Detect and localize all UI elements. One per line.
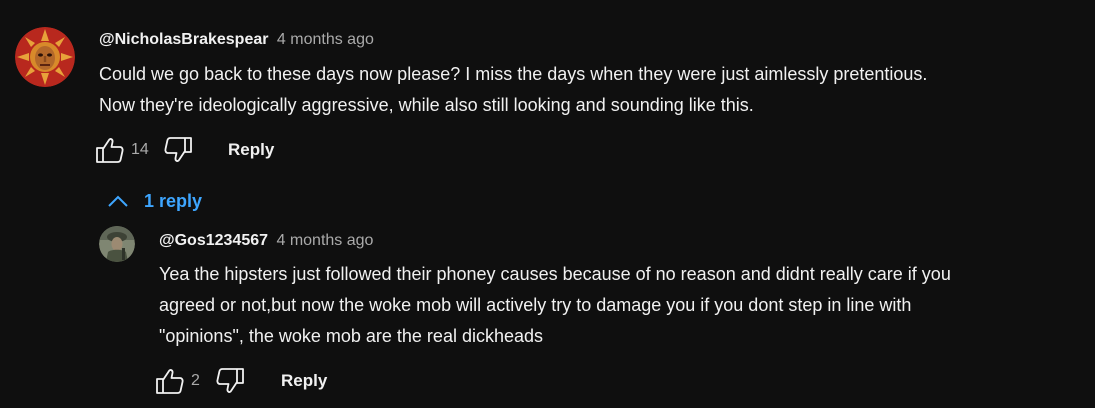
- like-count: 14: [131, 141, 149, 158]
- like-count: 2: [191, 372, 200, 389]
- comment-header: @NicholasBrakespear 4 months ago: [99, 31, 374, 49]
- reply-timestamp[interactable]: 4 months ago: [276, 232, 373, 249]
- thumbs-up-icon: [156, 369, 184, 394]
- dislike-button[interactable]: [163, 135, 193, 165]
- like-button[interactable]: [155, 366, 185, 396]
- comment-timestamp[interactable]: 4 months ago: [277, 31, 374, 48]
- reply-text: Yea the hipsters just followed their pho…: [159, 264, 951, 346]
- dislike-button[interactable]: [215, 366, 245, 396]
- reply-button[interactable]: Reply: [281, 371, 327, 391]
- sun-mask-avatar-icon: [15, 27, 75, 87]
- reply-actions: 2 Reply: [155, 366, 327, 396]
- replies-count-label: 1 reply: [144, 190, 203, 211]
- replies-toggle[interactable]: 1 reply: [106, 189, 202, 213]
- comment-author[interactable]: @NicholasBrakespear: [99, 31, 268, 48]
- avatar[interactable]: [99, 226, 135, 262]
- comment-actions: 14 Reply: [95, 135, 274, 165]
- thumbs-down-icon: [164, 137, 192, 162]
- reply-button[interactable]: Reply: [228, 140, 274, 160]
- like-button[interactable]: [95, 135, 125, 165]
- soldier-avatar-icon: [99, 226, 135, 262]
- comment-text: Could we go back to these days now pleas…: [99, 64, 928, 115]
- reply-author[interactable]: @Gos1234567: [159, 232, 268, 249]
- reply-header: @Gos1234567 4 months ago: [159, 232, 373, 250]
- avatar[interactable]: [15, 27, 75, 87]
- chevron-up-icon: [108, 195, 128, 207]
- thumbs-down-icon: [216, 368, 244, 393]
- thumbs-up-icon: [96, 138, 124, 163]
